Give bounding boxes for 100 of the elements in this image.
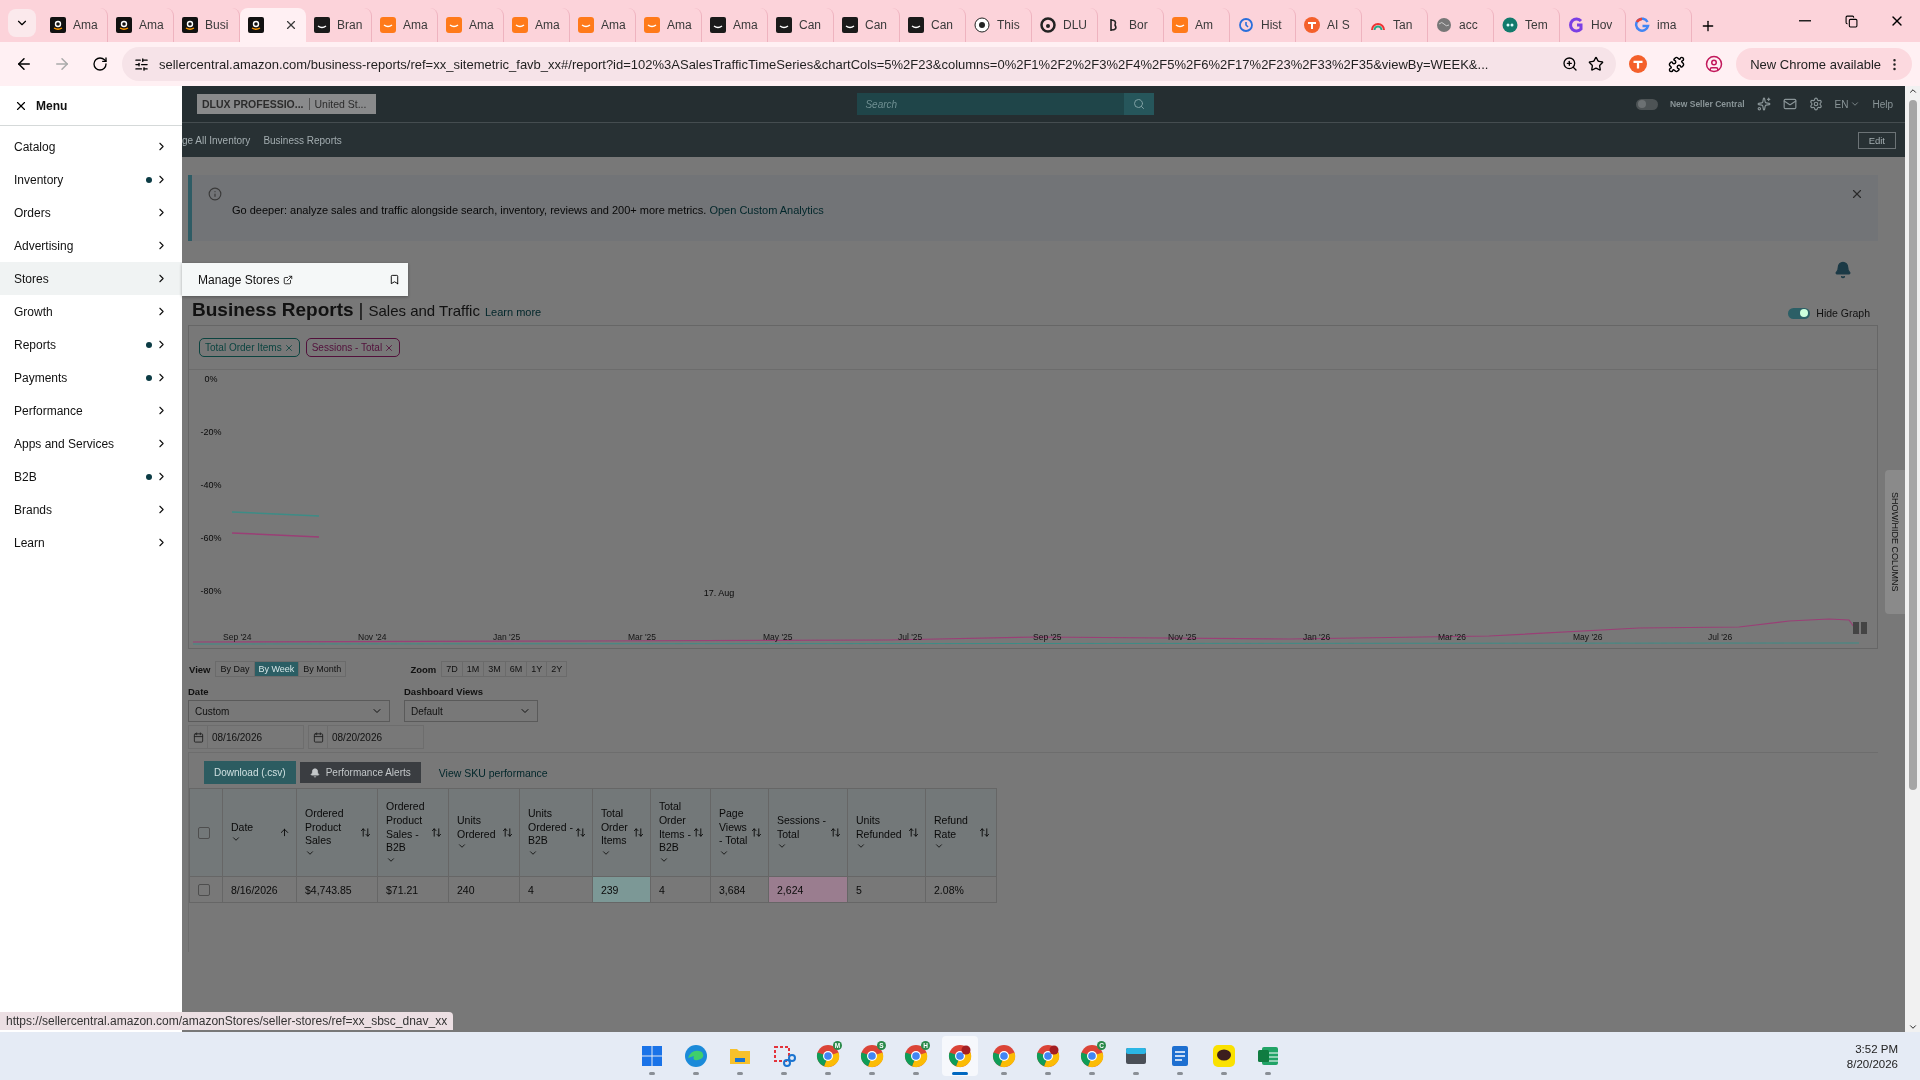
sparkle-icon[interactable]: [1756, 97, 1771, 111]
tab-title: Ama: [733, 18, 758, 32]
column-header[interactable]: Date: [222, 788, 297, 877]
scroll-down-icon[interactable]: [1907, 1022, 1918, 1032]
scroll-up-icon[interactable]: [1907, 86, 1918, 96]
external-link-icon: [283, 274, 294, 285]
date-range-select[interactable]: Custom: [188, 700, 390, 722]
calendar-button[interactable]: [188, 725, 208, 749]
calendar-button[interactable]: [308, 725, 328, 749]
column-header[interactable]: Page Views - Total: [710, 788, 769, 877]
search-button[interactable]: [1124, 93, 1155, 115]
windows-icon: [640, 1044, 664, 1068]
view-option[interactable]: By Week: [253, 661, 300, 677]
axis-tick-label: Jan '26: [1303, 632, 1332, 642]
favicon-icon: [314, 17, 330, 33]
table-cell: $71.21: [377, 876, 449, 903]
checkbox[interactable]: [198, 884, 210, 897]
calendar-icon: [192, 731, 204, 743]
download-button[interactable]: Download (.csv): [204, 761, 296, 784]
favicon-icon: [908, 17, 924, 33]
tab-title: Can: [931, 18, 953, 32]
tab-title: Ama: [667, 18, 692, 32]
forward-arrow-icon: [53, 55, 71, 73]
alerts-button[interactable]: Performance Alerts: [299, 762, 421, 783]
table-cell: 8/16/2026: [222, 876, 297, 903]
favicon-icon: [974, 17, 990, 33]
clock-date: 8/20/2026: [1846, 1057, 1898, 1070]
zoom-option[interactable]: 2Y: [546, 661, 568, 677]
axis-tick-label: Nov '24: [358, 632, 388, 642]
favicon-icon: [1040, 17, 1056, 33]
favicon-icon: [578, 17, 594, 33]
learn-more-link[interactable]: Learn more: [484, 306, 542, 318]
view-option[interactable]: By Month: [298, 661, 347, 677]
banner-text: Go deeper: analyze sales and traffic alongside search, inventory, reviews and 200+ more metrics. Open Custom Analytics: [232, 204, 825, 218]
column-header[interactable]: Units Ordered - B2B: [519, 788, 593, 877]
puzzle-icon: [1667, 55, 1685, 73]
tab-title: Can: [865, 18, 887, 32]
dashboard-select[interactable]: Default: [404, 700, 538, 722]
mail-icon[interactable]: [1782, 97, 1797, 111]
search-icon: [1133, 98, 1146, 110]
toggle-switch[interactable]: [1788, 307, 1811, 319]
settings-icon[interactable]: [1808, 97, 1823, 111]
favicon-icon: [1634, 17, 1650, 33]
zoom-option[interactable]: 7D: [441, 661, 463, 677]
tab-title: Tan: [1393, 18, 1413, 32]
date-field[interactable]: 08/16/2026: [208, 725, 304, 749]
bell-icon[interactable]: [1834, 261, 1852, 279]
taskbar-app[interactable]: [942, 1036, 978, 1076]
favicon-icon: [710, 17, 726, 33]
favicon-icon: [380, 17, 396, 33]
edit-button[interactable]: Edit: [1857, 131, 1896, 149]
tab-title: Ama: [73, 18, 98, 32]
zoom-label: Zoom: [410, 663, 437, 675]
manage-stores-link[interactable]: Manage Stores: [198, 272, 389, 287]
sku-link[interactable]: View SKU performance: [438, 766, 548, 779]
tab-title: Busi: [205, 18, 229, 32]
shortcut-link[interactable]: ge All Inventory: [182, 134, 251, 146]
toggle-switch[interactable]: [1635, 98, 1658, 110]
table-cell: 240: [448, 876, 520, 903]
site-info-icon[interactable]: [134, 56, 149, 72]
column-header[interactable]: Sessions - Total: [768, 788, 848, 877]
banner-link[interactable]: Open Custom Analytics: [709, 204, 824, 216]
column-header[interactable]: Total Order Items - B2B: [650, 788, 711, 877]
date-field[interactable]: 08/20/2026: [328, 725, 424, 749]
restore-icon: [1844, 14, 1858, 28]
address-bar[interactable]: sellercentral.amazon.com/business-reports/ref=xx_sitemetric_favb_xx#/report?id=102%3ASalesTrafficTimeSeries&chartCols=5%2F23&columns=0%2F1%2F2%2F3%2F4%2F5%2F6%2F17%2F23%2F33%2F35&viewBy=WEEK&...: [122, 47, 1617, 81]
column-header[interactable]: Units Ordered: [448, 788, 520, 877]
close-icon[interactable]: [284, 18, 298, 32]
tab-title: Bor: [1129, 18, 1148, 32]
bookmark-star-icon[interactable]: [1588, 56, 1605, 72]
language-selector[interactable]: EN: [1834, 98, 1861, 110]
field-label: Date: [188, 686, 210, 697]
search-field[interactable]: Search: [857, 93, 1125, 115]
bookmark-icon[interactable]: [389, 274, 400, 285]
zoom-option[interactable]: 3M: [483, 661, 506, 677]
favicon-icon: [116, 17, 132, 33]
column-header[interactable]: Units Refunded: [847, 788, 926, 877]
column-header[interactable]: Ordered Product Sales: [296, 788, 378, 877]
update-button[interactable]: New Chrome available: [1736, 48, 1912, 80]
checkbox[interactable]: [198, 827, 210, 840]
zoom-icon[interactable]: [1562, 56, 1579, 72]
zoom-option[interactable]: 1Y: [526, 661, 548, 677]
favicon-icon: [1568, 17, 1584, 33]
menu-item[interactable]: Stores: [0, 262, 182, 295]
toggle-label: New Seller Central: [1669, 99, 1745, 109]
browser-tab[interactable]: [240, 8, 306, 42]
zoom-option[interactable]: 6M: [504, 661, 528, 677]
show-hide-columns-tab[interactable]: SHOW/HIDE COLUMNS: [1885, 470, 1905, 614]
favicon-icon: [248, 17, 264, 33]
scrollbar-thumb[interactable]: [1908, 100, 1917, 790]
tab-title: AI S: [1327, 18, 1350, 32]
store-selector[interactable]: DLUX PROFESSIO... United St...: [197, 94, 376, 114]
column-header[interactable]: Ordered Product Sales - B2B: [377, 788, 449, 877]
new-tab-button[interactable]: [1700, 18, 1716, 34]
column-header[interactable]: Total Order Items: [592, 788, 651, 877]
help-link[interactable]: Help: [1872, 98, 1893, 110]
zoom-option[interactable]: 1M: [461, 661, 485, 677]
tab-title: Bran: [337, 18, 363, 32]
shortcut-link[interactable]: Business Reports: [263, 134, 342, 146]
column-header[interactable]: Refund Rate: [925, 788, 997, 877]
